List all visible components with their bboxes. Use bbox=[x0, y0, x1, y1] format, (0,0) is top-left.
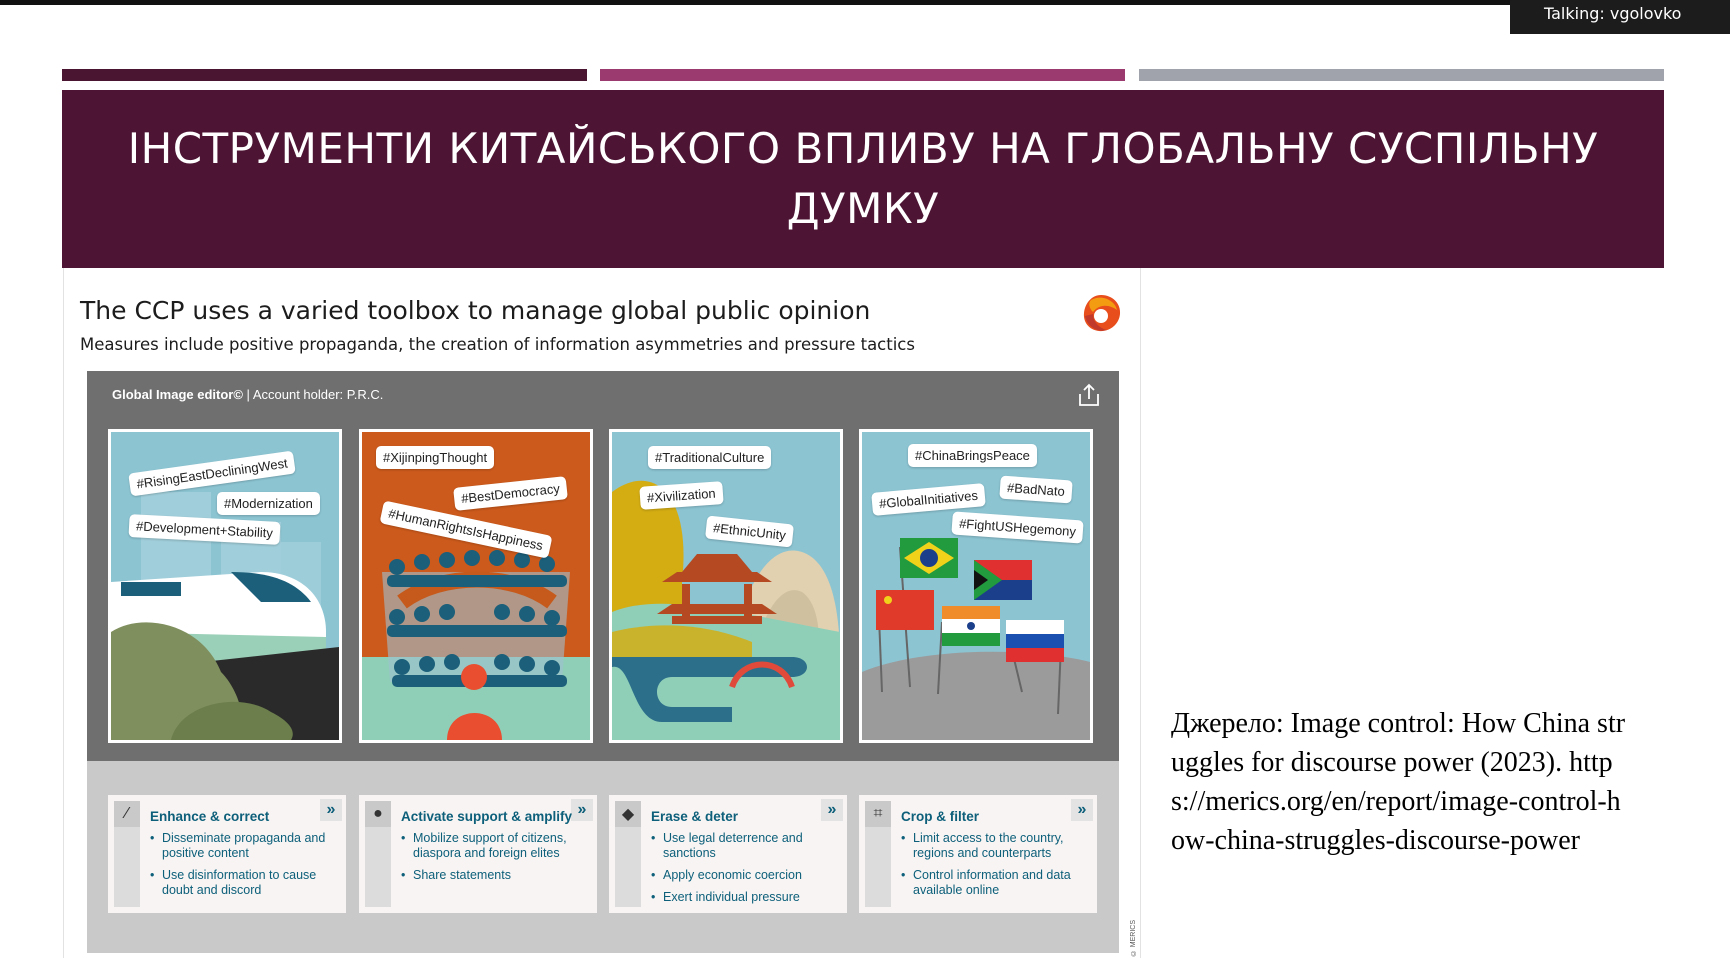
decor-bar-magenta bbox=[600, 69, 1125, 81]
list-item: Limit access to the country, regions and… bbox=[901, 831, 1091, 861]
hashtag: #XijinpingThought bbox=[376, 446, 495, 469]
tool-title: Crop & filter bbox=[901, 809, 980, 824]
editor-account: Account holder: P.R.C. bbox=[252, 387, 384, 402]
tool-list: Use legal deterrence and sanctions Apply… bbox=[651, 831, 841, 912]
image-panel-modernization: #RisingEastDecliningWest #Modernization … bbox=[108, 429, 342, 743]
tool-list: Limit access to the country, regions and… bbox=[901, 831, 1091, 905]
tool-title: Activate support & amplify bbox=[401, 809, 573, 824]
decor-bar-grey bbox=[1139, 69, 1664, 81]
copyright-label: © MERICS bbox=[1130, 919, 1137, 956]
image-panel-culture: #TraditionalCulture #Xivilization #Ethni… bbox=[609, 429, 843, 743]
person-icon: ● bbox=[365, 801, 391, 827]
tool-card-activate[interactable]: ● » Activate support & amplify Mobilize … bbox=[359, 795, 597, 913]
tool-list: Mobilize support of citizens, diaspora a… bbox=[401, 831, 591, 890]
image-panel-geopolitics: #ChinaBringsPeace #GlobalInitiatives #Ba… bbox=[859, 429, 1093, 743]
eraser-icon: ◆ bbox=[615, 801, 641, 827]
tool-list: Disseminate propaganda and positive cont… bbox=[150, 831, 340, 905]
tool-title: Enhance & correct bbox=[150, 809, 270, 824]
list-item: Use disinformation to cause doubt and di… bbox=[150, 868, 340, 898]
crop-icon: ⌗ bbox=[865, 801, 891, 827]
list-item: Control information and data available o… bbox=[901, 868, 1091, 898]
list-item: Apply economic coercion bbox=[651, 868, 841, 883]
expand-arrow-icon[interactable]: » bbox=[320, 799, 342, 821]
list-item: Disseminate propaganda and positive cont… bbox=[150, 831, 340, 861]
infographic-title: The CCP uses a varied toolbox to manage … bbox=[80, 296, 871, 325]
source-citation: Джерело: Image control: How China strugg… bbox=[1171, 708, 1626, 856]
merics-logo-icon bbox=[1083, 295, 1121, 332]
flags-illustration bbox=[862, 538, 1090, 740]
expand-arrow-icon[interactable]: » bbox=[1071, 799, 1093, 821]
talking-indicator: Talking: vgolovko bbox=[1510, 0, 1730, 34]
hashtag: #TraditionalCulture bbox=[648, 446, 772, 469]
pagoda-illustration bbox=[612, 480, 840, 740]
list-item: Use legal deterrence and sanctions bbox=[651, 831, 841, 861]
editor-canvas: Global Image editor© | Account holder: P… bbox=[87, 371, 1119, 761]
tool-card-enhance[interactable]: ⁄ » Enhance & correct Disseminate propag… bbox=[108, 795, 346, 913]
slide-title: ІНСТРУМЕНТИ КИТАЙСЬКОГО ВПЛИВУ НА ГЛОБАЛ… bbox=[127, 124, 1599, 233]
image-panel-democracy: #XijinpingThought #BestDemocracy #HumanR… bbox=[359, 429, 593, 743]
infographic: The CCP uses a varied toolbox to manage … bbox=[63, 268, 1141, 958]
hashtag: #ChinaBringsPeace bbox=[908, 444, 1037, 467]
hashtag: #Modernization bbox=[217, 492, 320, 515]
expand-arrow-icon[interactable]: » bbox=[821, 799, 843, 821]
tool-title: Erase & deter bbox=[651, 809, 739, 824]
list-item: Mobilize support of citizens, diaspora a… bbox=[401, 831, 591, 861]
editor-separator: | bbox=[242, 387, 253, 402]
list-item: Exert individual pressure bbox=[651, 890, 841, 905]
share-icon[interactable] bbox=[1075, 381, 1103, 409]
editor-header: Global Image editor© | Account holder: P… bbox=[112, 387, 383, 402]
tool-card-crop[interactable]: ⌗ » Crop & filter Limit access to the co… bbox=[859, 795, 1097, 913]
hashtag: #BadNato bbox=[999, 475, 1073, 504]
tool-card-erase[interactable]: ◆ » Erase & deter Use legal deterrence a… bbox=[609, 795, 847, 913]
magic-wand-icon: ⁄ bbox=[114, 801, 140, 827]
decor-bar-dark bbox=[62, 69, 587, 81]
list-item: Share statements bbox=[401, 868, 591, 883]
slide-title-banner: ІНСТРУМЕНТИ КИТАЙСЬКОГО ВПЛИВУ НА ГЛОБАЛ… bbox=[62, 90, 1664, 268]
window-top-border bbox=[0, 0, 1730, 5]
infographic-subtitle: Measures include positive propaganda, th… bbox=[80, 335, 915, 354]
editor-name: Global Image editor© bbox=[112, 387, 243, 402]
image-editor: Global Image editor© | Account holder: P… bbox=[87, 371, 1119, 953]
expand-arrow-icon[interactable]: » bbox=[571, 799, 593, 821]
